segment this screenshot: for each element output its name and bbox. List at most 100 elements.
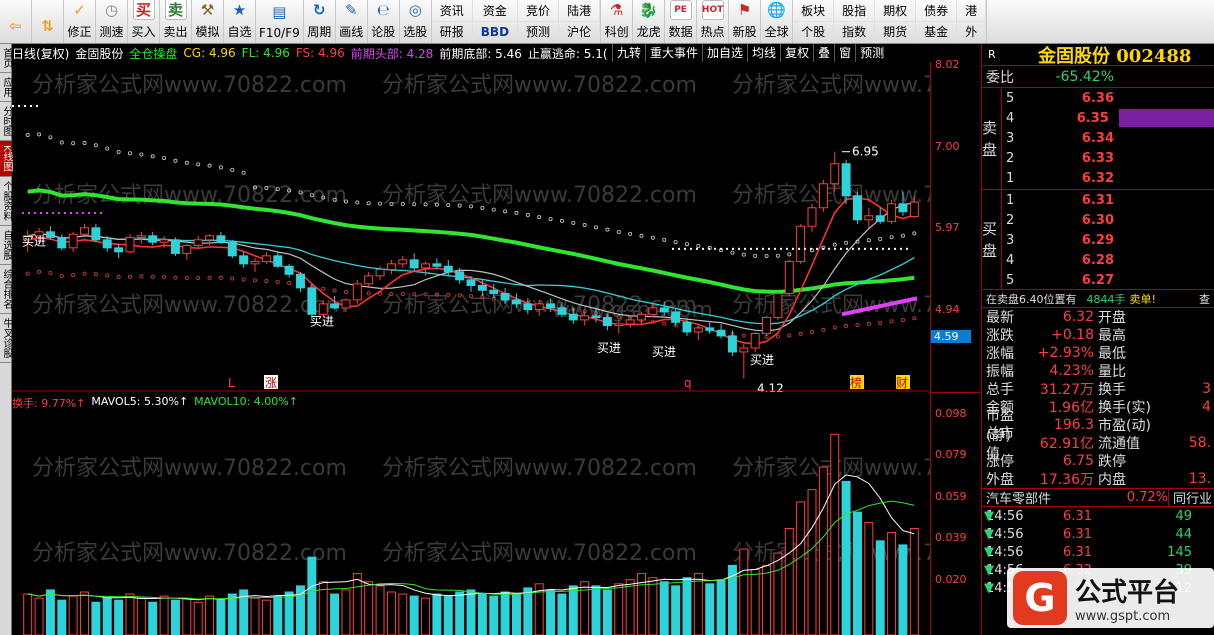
resistance-dot — [900, 247, 902, 250]
toolbar-button-label: 数据 — [668, 25, 693, 39]
pe-icon: PE — [669, 0, 692, 20]
toolbar-grid-item[interactable]: 陆港 — [559, 0, 601, 22]
side-tab[interactable]: 应用 — [0, 73, 12, 102]
ask-row[interactable]: 1 6.32 — [982, 168, 1214, 188]
toolbar-button2-1[interactable]: 🐉 龙虎 — [633, 0, 666, 43]
toolbar-grid-item[interactable]: 个股 — [793, 21, 835, 43]
chart-menu-item[interactable]: 重大事件 — [645, 44, 702, 62]
chart-menu-item[interactable]: 窗 — [834, 44, 855, 62]
toolbar-grid-item[interactable]: 预测 — [518, 21, 560, 43]
down-arrow-icon: ▼ — [984, 526, 994, 542]
side-tab[interactable]: 个股资料 — [0, 177, 12, 226]
volume-chart[interactable]: 分析家公式网www.70822.com 分析家公式网www.70822.com 分析… — [12, 410, 930, 635]
industry-row[interactable]: 汽车零部件 0.72% 同行业 — [982, 488, 1214, 507]
tick-price: 6.31 — [1063, 544, 1092, 560]
toolbar-grid-item[interactable]: 外 — [957, 21, 987, 43]
toolbar-grid-item[interactable]: 债券 — [916, 0, 958, 22]
side-tab[interactable]: 分时图 — [0, 102, 12, 141]
side-tab[interactable]: 综合排名 — [0, 265, 12, 314]
toolbar-button-11[interactable]: ℮ 论股 — [368, 0, 400, 43]
chart-menu-item[interactable]: 复权 — [780, 44, 813, 62]
toolbar-button-10[interactable]: ✎ 画线 — [336, 0, 368, 43]
toolbar-button-3[interactable]: ◷ 测速 — [96, 0, 128, 43]
ask-row[interactable]: 5 6.36 — [982, 88, 1214, 108]
upper-band-dot — [218, 165, 223, 170]
lower-band-dot — [48, 270, 53, 275]
toolbar-grid-item[interactable]: 资讯 — [431, 0, 473, 22]
toolbar-grid-item[interactable]: 竞价 — [518, 0, 560, 22]
chart-menu-item[interactable]: 均线 — [747, 44, 780, 62]
toolbar-grid-item[interactable]: 基金 — [916, 21, 958, 43]
logo-title: 公式平台 — [1075, 578, 1180, 608]
chart-menu-item[interactable]: 加自选 — [702, 44, 747, 62]
ask-row[interactable]: 3 6.34 — [982, 128, 1214, 148]
toolbar-grid-item[interactable]: 股指 — [834, 0, 876, 22]
toolbar-button-9[interactable]: ↻ 周期 — [304, 0, 336, 43]
mavol5-value: MAVOL5: 5.30%↑ — [91, 395, 189, 408]
candle-body — [170, 239, 180, 254]
toolbar-grid-item[interactable]: 沪伦 — [559, 21, 601, 43]
toolbar-button-2[interactable]: ✓ 修正 — [64, 0, 96, 43]
big-order-link[interactable]: 查 — [1199, 291, 1214, 307]
candle-body — [409, 259, 419, 269]
ask-row[interactable]: 2 6.33 — [982, 148, 1214, 168]
ask-row[interactable]: 4 6.35 — [982, 108, 1214, 128]
volume-bar — [432, 593, 442, 635]
kline-chart[interactable]: 分析家公式网www.70822.com 分析家公式网www.70822.com 分析… — [12, 62, 930, 392]
toolbar-button-1[interactable]: ⇅ — [32, 0, 64, 43]
toolbar-grid-item[interactable]: 指数 — [834, 21, 876, 43]
bid-row[interactable]: 2 6.30 — [982, 210, 1214, 230]
toolbar-button2-4[interactable]: ⚑ 新股 — [729, 0, 762, 43]
toolbar-button2-3[interactable]: HOT 热点 — [697, 0, 730, 43]
indicator-name[interactable]: 全仓操盘 — [129, 45, 177, 62]
upper-band-dot — [628, 231, 633, 236]
industry-link[interactable]: 同行业 — [1168, 488, 1214, 507]
toolbar-button-4[interactable]: 买买入 — [128, 0, 160, 43]
chart-menu-item[interactable]: 预测 — [855, 44, 888, 62]
toolbar-button-8[interactable]: ▤ F10/F9 — [256, 0, 304, 43]
toolbar-button-7[interactable]: ★ 自选 — [224, 0, 256, 43]
stat-row: 涨跌 +0.18 最高 — [982, 326, 1214, 344]
toolbar-grid-item[interactable]: 板块 — [793, 0, 835, 22]
bid-row[interactable]: 4 6.28 — [982, 250, 1214, 270]
candle-body — [80, 227, 89, 235]
stat-row: 涨幅 +2.93% 最低 — [982, 344, 1214, 362]
toolbar-grid-item[interactable]: 期货 — [875, 21, 917, 43]
bid-row[interactable]: 5 6.27 — [982, 270, 1214, 290]
resistance-dot — [888, 247, 890, 250]
toolbar-button-label: 买入 — [131, 25, 156, 39]
side-tab[interactable]: 首页 — [0, 44, 12, 73]
toolbar-grid-item[interactable]: 研报 — [431, 21, 473, 43]
chart-menu-item[interactable]: 九转 — [612, 44, 645, 62]
toolbar-grid-item[interactable]: 港 — [957, 0, 987, 22]
upper-band-dot — [639, 233, 644, 238]
toolbar-grid-item[interactable]: 资金 — [472, 0, 519, 22]
big-order-row[interactable]: 在卖盘6.40位置有 4844手 卖单! 查 — [982, 290, 1214, 308]
side-tab[interactable]: 牛叉诊股 — [0, 314, 12, 363]
volume-bar — [841, 480, 851, 635]
volume-bar — [148, 601, 158, 635]
dragon-icon: 🐉 — [639, 1, 658, 19]
chart-menu-item[interactable]: 叠 — [813, 44, 834, 62]
upper-band-dot — [355, 200, 360, 205]
bid-row[interactable]: 3 6.29 — [982, 230, 1214, 250]
watermark-text: 分析家公式网www.70822.com — [382, 456, 697, 481]
volume-bar — [409, 595, 419, 635]
toolbar-grid-item[interactable]: 期权 — [875, 0, 917, 22]
toolbar-button2-5[interactable]: 🌐 全球 — [761, 0, 794, 43]
toolbar-button2-0[interactable]: ⚗ 科创 — [601, 0, 634, 43]
toolbar-button-12[interactable]: ◎ 选股 — [400, 0, 432, 43]
side-tab[interactable]: K线图 — [0, 141, 12, 177]
toolbar-button2-2[interactable]: PE 数据 — [665, 0, 698, 43]
candle-body — [102, 239, 112, 249]
toolbar-button-0[interactable]: ⇦ — [0, 0, 32, 43]
period-label[interactable]: 日线(复权) — [12, 45, 69, 62]
toolbar-grid-item[interactable]: BBD — [472, 21, 519, 43]
bid-row[interactable]: 1 6.31 — [982, 190, 1214, 210]
resistance-dot — [768, 247, 770, 250]
watermark-text: 分析家公式网www.70822.com — [32, 541, 347, 566]
toolbar-button-5[interactable]: 卖卖出 — [160, 0, 192, 43]
side-tab[interactable]: 自选股 — [0, 226, 12, 265]
toolbar-button-6[interactable]: ⚒ 模拟 — [192, 0, 224, 43]
volume-bar — [466, 589, 476, 635]
